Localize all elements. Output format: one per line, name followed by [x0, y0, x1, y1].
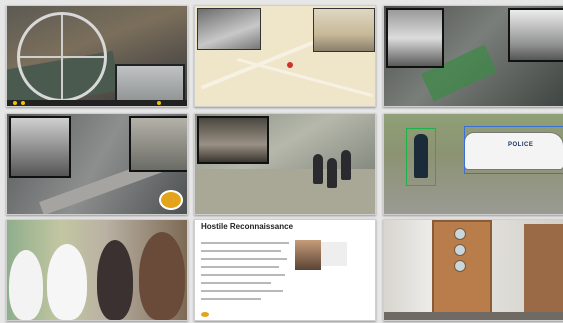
person-figure: [313, 154, 323, 184]
person-figure: [341, 150, 351, 180]
camera-inset: [9, 116, 71, 178]
intersection-aerial-tile[interactable]: [6, 113, 188, 215]
detection-box: [406, 128, 436, 186]
camera-inset: [386, 8, 444, 68]
lobby-cctv-tile[interactable]: [194, 113, 376, 215]
image-gallery: POLICE Hostile Reconnaissance: [0, 0, 563, 323]
person-figure: [139, 232, 185, 320]
info-card: [321, 242, 347, 266]
camera-inset: [129, 116, 187, 172]
person-figure: [327, 158, 337, 188]
map-tracking-tile[interactable]: [194, 5, 376, 107]
street-aerial-insets-tile[interactable]: [383, 5, 563, 107]
police-car-detection-tile[interactable]: POLICE: [383, 113, 563, 215]
camera-inset: [313, 8, 375, 52]
person-figure: [9, 250, 43, 320]
camera-inset: [197, 8, 261, 50]
ferris-wheel-aerial-tile[interactable]: [6, 5, 188, 107]
document-title: Hostile Reconnaissance: [201, 222, 294, 231]
door: [524, 224, 563, 320]
camera-inset: [508, 8, 563, 62]
camera-inset: [197, 116, 269, 164]
video-toolbar: [7, 100, 187, 106]
crowd-tile[interactable]: [6, 219, 188, 321]
suspect-photo: [295, 240, 321, 270]
hostile-reconnaissance-doc-tile[interactable]: Hostile Reconnaissance: [194, 219, 376, 321]
logo-badge-icon: [201, 312, 209, 317]
ferris-wheel: [17, 12, 107, 102]
hallway-door-tile[interactable]: [383, 219, 563, 321]
detection-box: [464, 126, 563, 174]
logo-badge-icon: [159, 190, 183, 210]
person-figure: [47, 244, 87, 320]
person-figure: [97, 240, 133, 320]
map-pin-icon: [287, 62, 293, 68]
